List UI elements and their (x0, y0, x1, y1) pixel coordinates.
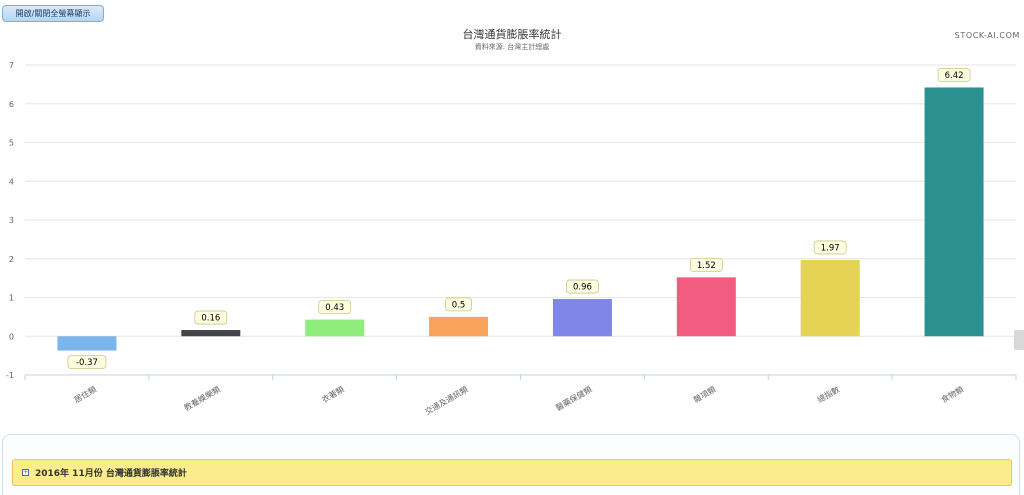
y-tick-label: 3 (9, 216, 14, 225)
stats-panel-title: 2016年 11月份 台灣通貨膨脹率統計 (35, 469, 187, 479)
bar (57, 336, 117, 351)
bar (429, 316, 489, 337)
x-tick-label: 食物類 (939, 384, 965, 405)
x-tick-label: 總指數 (815, 384, 841, 405)
x-tick-label: 居住類 (72, 384, 98, 405)
x-tick-label: 教養娛樂類 (182, 384, 222, 413)
y-tick-label: 7 (9, 61, 14, 70)
scroll-tab[interactable] (1014, 330, 1024, 350)
data-label: 0.16 (201, 314, 220, 324)
bar (924, 87, 984, 337)
bar (676, 277, 736, 337)
y-tick-label: 1 (9, 294, 14, 303)
data-label: -0.37 (76, 358, 98, 368)
x-tick-label: 衣著類 (320, 384, 346, 405)
stats-panel-header[interactable]: + 2016年 11月份 台灣通貨膨脹率統計 (12, 459, 1012, 486)
y-tick-label: 2 (9, 255, 14, 264)
bar (181, 330, 241, 337)
x-tick-label: 醫藥保健類 (554, 384, 594, 413)
bar (305, 319, 365, 337)
y-tick-label: 0 (9, 332, 14, 341)
expand-plus-icon[interactable]: + (22, 469, 29, 476)
data-label: 6.42 (945, 71, 964, 81)
data-label: 0.5 (452, 300, 466, 310)
x-tick-label: 交通及通訊類 (423, 384, 470, 417)
bar (800, 259, 860, 337)
bar-chart: -1 0 1 2 3 4 5 6 7 -0.37 居住類 0.16 教養娛樂類 0.43 衣著類 0.5 交通及… (6, 61, 1017, 417)
y-tick-label: 4 (9, 177, 14, 186)
stats-panel: + 2016年 11月份 台灣通貨膨脹率統計 (2, 434, 1020, 495)
data-label: 1.52 (697, 261, 716, 271)
data-label: 0.96 (573, 283, 592, 293)
y-tick-label: 6 (9, 100, 14, 109)
y-tick-label: -1 (6, 371, 14, 380)
data-label: 0.43 (325, 303, 344, 313)
data-label: 1.97 (821, 243, 840, 253)
x-tick-label: 雜項類 (692, 384, 718, 405)
y-tick-label: 5 (9, 139, 14, 148)
bar (552, 299, 612, 337)
page: 開啟/關閉全螢幕顯示 台灣通貨膨脹率統計 資料來源: 台灣主計總處 STOCK-… (0, 0, 1024, 495)
